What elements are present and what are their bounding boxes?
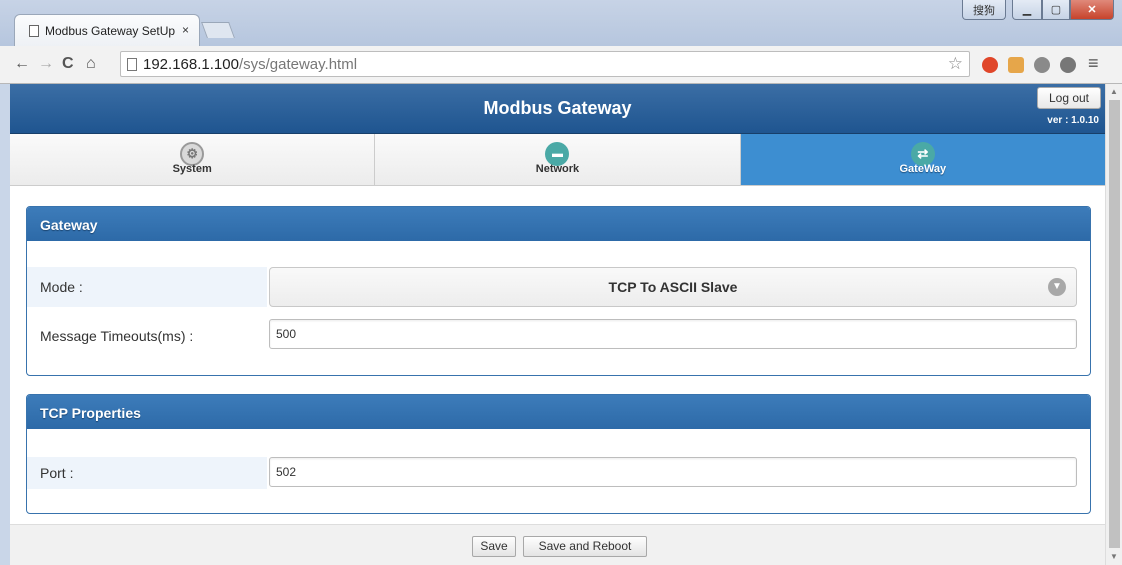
mode-row: Mode : TCP To ASCII Slave ▼ bbox=[27, 267, 1090, 307]
tab-label: System bbox=[172, 163, 212, 175]
page-icon bbox=[127, 57, 137, 71]
url-path: /sys/gateway.html bbox=[238, 55, 358, 73]
footer-bar: Save Save and Reboot bbox=[10, 524, 1105, 565]
browser-tab[interactable]: Modbus Gateway SetUp × bbox=[14, 14, 200, 46]
tab-network[interactable]: ▬ Network bbox=[375, 134, 741, 185]
vertical-scrollbar[interactable]: ▲ ▼ bbox=[1105, 84, 1122, 565]
forward-icon[interactable]: → bbox=[38, 55, 54, 73]
port-input[interactable]: 502 bbox=[269, 457, 1077, 487]
page-content: Modbus Gateway Log out ver : 1.0.10 ⚙ Sy… bbox=[10, 84, 1105, 565]
port-row: Port : 502 bbox=[27, 457, 1090, 489]
scrollbar-thumb[interactable] bbox=[1109, 100, 1120, 548]
tab-close-icon[interactable]: × bbox=[182, 23, 189, 37]
close-window-button[interactable]: ✕ bbox=[1070, 0, 1114, 20]
mode-value: TCP To ASCII Slave bbox=[608, 279, 738, 295]
home-icon[interactable]: ⌂ bbox=[86, 55, 96, 73]
gateway-panel: Gateway Mode : TCP To ASCII Slave ▼ Mess… bbox=[26, 206, 1091, 376]
page-icon bbox=[29, 24, 39, 37]
panel-title: Gateway bbox=[27, 207, 1090, 241]
extension-icon[interactable] bbox=[982, 57, 998, 73]
star-icon[interactable]: ☆ bbox=[948, 54, 963, 74]
mode-select[interactable]: TCP To ASCII Slave ▼ bbox=[269, 267, 1077, 307]
version-label: ver : 1.0.10 bbox=[1047, 115, 1099, 126]
tcp-properties-panel: TCP Properties Port : 502 bbox=[26, 394, 1091, 514]
timeout-row: Message Timeouts(ms) : 500 bbox=[27, 319, 1090, 351]
mode-label: Mode : bbox=[27, 267, 267, 307]
tab-gateway[interactable]: ⇄ GateWay bbox=[740, 134, 1105, 185]
back-icon[interactable]: ← bbox=[14, 55, 30, 73]
port-label: Port : bbox=[27, 457, 267, 489]
address-bar[interactable]: 192.168.1.100/sys/gateway.html ☆ bbox=[120, 51, 970, 77]
reload-icon[interactable]: C bbox=[62, 55, 74, 73]
main-nav: ⚙ System ▬ Network ⇄ GateWay bbox=[10, 134, 1105, 186]
save-button[interactable]: Save bbox=[472, 536, 516, 557]
browser-titlebar: Modbus Gateway SetUp × 搜狗 ▁ ▢ ✕ bbox=[0, 0, 1122, 46]
chevron-down-icon: ▼ bbox=[1048, 278, 1066, 296]
logout-button[interactable]: Log out bbox=[1037, 87, 1101, 109]
menu-icon[interactable]: ≡ bbox=[1088, 53, 1099, 74]
scroll-down-icon[interactable]: ▼ bbox=[1110, 552, 1118, 561]
tab-label: GateWay bbox=[899, 163, 947, 175]
window-border bbox=[0, 84, 10, 565]
timeout-input[interactable]: 500 bbox=[269, 319, 1077, 349]
tab-title: Modbus Gateway SetUp bbox=[45, 23, 176, 38]
app-header: Modbus Gateway Log out ver : 1.0.10 bbox=[10, 84, 1105, 134]
maximize-button[interactable]: ▢ bbox=[1042, 0, 1070, 20]
ime-indicator[interactable]: 搜狗 bbox=[962, 0, 1006, 20]
scroll-up-icon[interactable]: ▲ bbox=[1110, 87, 1118, 96]
page-title: Modbus Gateway bbox=[483, 98, 632, 118]
tab-label: Network bbox=[535, 163, 580, 175]
extension-icon[interactable] bbox=[1008, 57, 1024, 73]
window-controls: 搜狗 ▁ ▢ ✕ bbox=[962, 0, 1114, 20]
url-host: 192.168.1.100 bbox=[143, 55, 239, 73]
extension-icon[interactable] bbox=[1034, 57, 1050, 73]
browser-toolbar: ← → C ⌂ 192.168.1.100/sys/gateway.html ☆… bbox=[0, 46, 1122, 84]
extension-icon[interactable] bbox=[1060, 57, 1076, 73]
minimize-button[interactable]: ▁ bbox=[1012, 0, 1042, 20]
new-tab-button[interactable] bbox=[201, 22, 235, 38]
tab-system[interactable]: ⚙ System bbox=[10, 134, 376, 185]
panel-title: TCP Properties bbox=[27, 395, 1090, 429]
timeout-label: Message Timeouts(ms) : bbox=[40, 328, 194, 344]
save-and-reboot-button[interactable]: Save and Reboot bbox=[523, 536, 647, 557]
